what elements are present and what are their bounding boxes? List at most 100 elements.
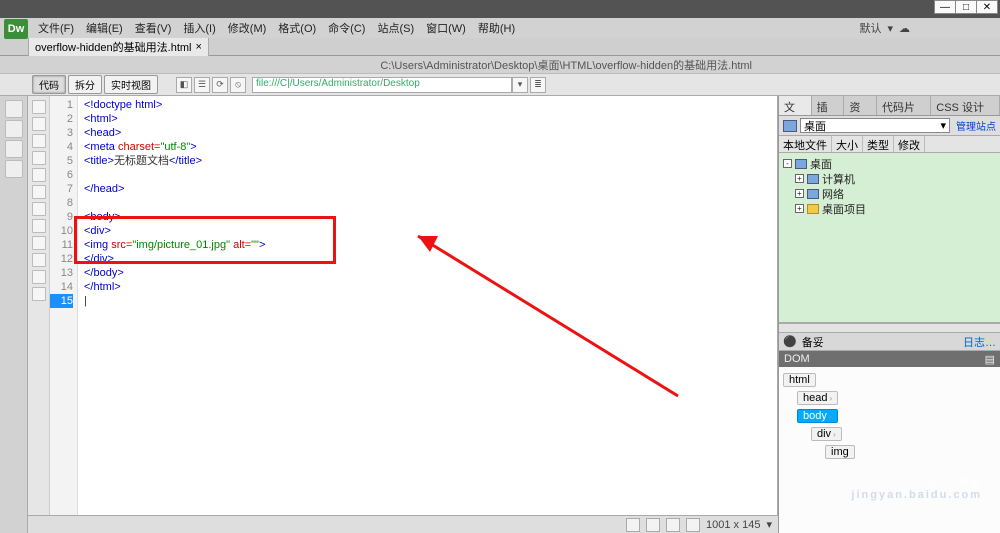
code-tool-icon[interactable] [32,253,46,267]
code-area[interactable]: <!doctype html><html><head><meta charset… [78,96,777,533]
code-tool-icon[interactable] [32,168,46,182]
manage-sites-link[interactable]: 管理站点 [956,118,996,133]
menubar: Dw 文件(F)编辑(E)查看(V)插入(I)修改(M)格式(O)命令(C)站点… [0,18,1000,38]
menu-item[interactable]: 命令(C) [322,20,371,36]
panel-tab[interactable]: 代码片断 [877,96,931,115]
status-icon[interactable] [626,518,640,532]
code-tool-icon[interactable] [32,236,46,250]
live-view-button[interactable]: 实时视图 [104,75,158,94]
menu-item[interactable]: 查看(V) [129,20,178,36]
left-toolbar [0,96,28,533]
menu-item[interactable]: 文件(F) [32,20,80,36]
code-toolbar [28,96,50,533]
status-bar: 1001 x 145 ▾ [28,515,778,533]
code-tool-icon[interactable] [32,185,46,199]
dom-node[interactable]: body› [797,409,838,423]
menu-item[interactable]: 帮助(H) [472,20,521,36]
code-tool-icon[interactable] [32,219,46,233]
code-tool-icon[interactable] [32,117,46,131]
file-tree[interactable]: -桌面+计算机+网络+桌面项目 [779,153,1000,323]
dom-title-label: DOM [784,353,810,365]
panel-tab[interactable]: CSS 设计器 [931,96,1000,115]
close-window-button[interactable]: ✕ [976,0,998,14]
log-link[interactable]: 日志… [963,334,996,350]
menu-item[interactable]: 窗口(W) [420,20,472,36]
code-tool-icon[interactable] [32,270,46,284]
panel-tab[interactable]: 资源 [844,96,877,115]
dom-node[interactable]: img [825,445,855,459]
file-path: C:\Users\Administrator\Desktop\桌面\HTML\o… [380,57,992,73]
dom-node[interactable]: html [783,373,816,387]
globe-icon: ⚫ [783,335,797,348]
dom-node[interactable]: div› [811,427,842,441]
app-logo: Dw [4,19,28,39]
drive-icon [783,120,797,132]
code-tool-icon[interactable] [32,202,46,216]
layout-label[interactable]: 默认 [859,20,881,36]
tree-node[interactable]: -桌面 [783,156,996,171]
sync-icon[interactable]: ☁ [899,22,910,35]
code-tool-icon[interactable] [32,134,46,148]
split-view-button[interactable]: 拆分 [68,75,102,94]
column-header[interactable]: 类型 [863,136,894,152]
menu-item[interactable]: 编辑(E) [80,20,129,36]
line-gutter: 123456789101112131415 [50,96,78,533]
dom-node[interactable]: head› [797,391,838,405]
column-header[interactable]: 本地文件 [779,136,832,152]
site-selector-row: 桌面▾ 管理站点 [779,116,1000,136]
maximize-button[interactable]: □ [955,0,977,14]
status-icon[interactable] [686,518,700,532]
code-view-button[interactable]: 代码 [32,75,66,94]
status-icon[interactable] [646,518,660,532]
tree-node[interactable]: +计算机 [783,171,996,186]
nav-icon[interactable]: ◧ [176,77,192,93]
titlebar [0,0,1000,18]
site-selector-value: 桌面 [804,118,826,134]
right-panel: 文件插入资源代码片断CSS 设计器 桌面▾ 管理站点 本地文件大小类型修改 -桌… [778,96,1000,533]
address-bar[interactable]: file:///C|/Users/Administrator/Desktop [252,77,512,93]
tree-node[interactable]: +网络 [783,186,996,201]
code-tool-icon[interactable] [32,100,46,114]
extra-icon[interactable]: ≣ [530,77,546,93]
panel-tabs: 文件插入资源代码片断CSS 设计器 [779,96,1000,116]
menu-item[interactable]: 插入(I) [177,20,221,36]
status-strip: ⚫ 备妥 日志… [779,333,1000,351]
view-toolbar: 代码 拆分 实时视图 ◧ ☰ ⟳ ⦸ file:///C|/Users/Admi… [0,74,1000,96]
dom-panel-title: DOM ▤ [779,351,1000,367]
close-tab-icon[interactable]: × [196,41,202,53]
site-selector[interactable]: 桌面▾ [800,118,950,133]
tool-icon[interactable] [5,160,23,178]
code-tool-icon[interactable] [32,151,46,165]
path-bar: C:\Users\Administrator\Desktop\桌面\HTML\o… [0,56,1000,74]
panel-tab[interactable]: 插入 [812,96,845,115]
panel-menu-icon[interactable]: ▤ [985,353,995,366]
dropdown-icon[interactable]: ▾ [887,22,893,35]
menu-item[interactable]: 格式(O) [272,20,322,36]
inspect-icon[interactable]: ☰ [194,77,210,93]
document-tabs: overflow-hidden的基础用法.html × [0,38,1000,56]
tree-node[interactable]: +桌面项目 [783,201,996,216]
panel-tab[interactable]: 文件 [779,96,812,115]
refresh-icon[interactable]: ⟳ [212,77,228,93]
tool-icon[interactable] [5,100,23,118]
column-header[interactable]: 大小 [832,136,863,152]
editor: 123456789101112131415 <!doctype html><ht… [28,96,778,533]
menu-item[interactable]: 站点(S) [371,20,420,36]
menu-item[interactable]: 修改(M) [222,20,273,36]
tree-scrollbar[interactable] [779,323,1000,333]
ready-label: 备妥 [802,334,824,350]
doc-tab[interactable]: overflow-hidden的基础用法.html × [28,37,209,56]
dom-tree[interactable]: html head› body› div› img [779,367,1000,533]
stop-icon[interactable]: ⦸ [230,77,246,93]
url-dropdown-icon[interactable]: ▾ [512,77,528,93]
column-header[interactable]: 修改 [894,136,925,152]
window-controls: — □ ✕ [935,0,998,14]
minimize-button[interactable]: — [934,0,956,14]
code-tool-icon[interactable] [32,287,46,301]
status-icon[interactable] [666,518,680,532]
doc-tab-label: overflow-hidden的基础用法.html [35,39,192,55]
dimensions-label: 1001 x 145 [706,519,760,531]
files-columns: 本地文件大小类型修改 [779,136,1000,153]
tool-icon[interactable] [5,120,23,138]
tool-icon[interactable] [5,140,23,158]
